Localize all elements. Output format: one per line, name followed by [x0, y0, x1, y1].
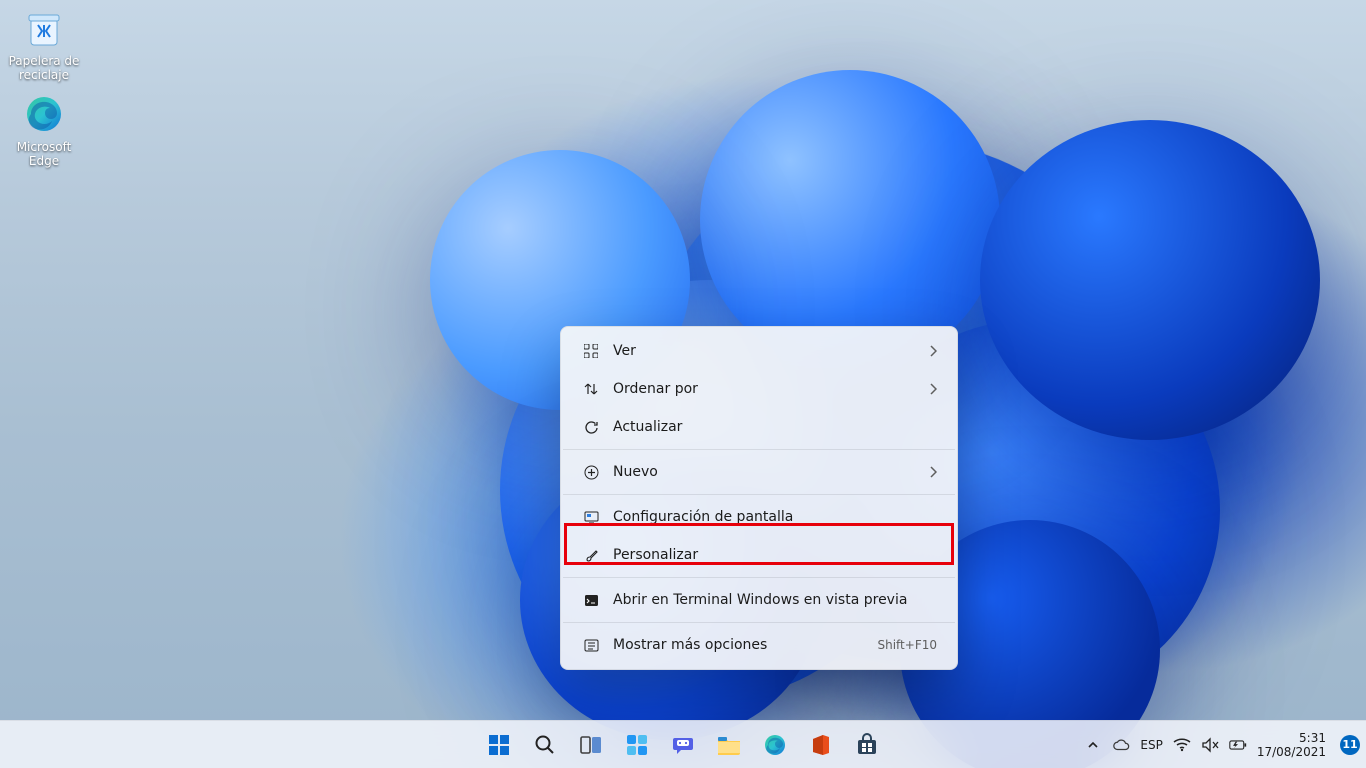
menu-item-personalize[interactable]: Personalizar — [567, 537, 951, 573]
wallpaper-shape — [700, 70, 1000, 370]
battery-icon[interactable] — [1229, 736, 1247, 754]
chevron-right-icon — [929, 383, 937, 395]
clock-time: 5:31 — [1257, 731, 1326, 745]
menu-item-sort-by[interactable]: Ordenar por — [567, 371, 951, 407]
menu-item-new[interactable]: Nuevo — [567, 454, 951, 490]
menu-separator — [563, 577, 955, 578]
menu-item-show-more-options[interactable]: Mostrar más opciones Shift+F10 — [567, 627, 951, 663]
menu-item-label: Abrir en Terminal Windows en vista previ… — [613, 592, 907, 608]
volume-muted-icon[interactable] — [1201, 736, 1219, 754]
refresh-icon — [583, 419, 599, 435]
desktop-icon-edge[interactable]: MicrosoftEdge — [6, 92, 82, 168]
menu-item-label: Nuevo — [613, 464, 658, 480]
taskbar: ESP 5:31 17/08/2021 11 — [0, 720, 1366, 768]
more-options-icon — [583, 637, 599, 653]
wallpaper-shape — [980, 120, 1320, 440]
menu-item-view[interactable]: Ver — [567, 333, 951, 369]
taskbar-system-tray: ESP 5:31 17/08/2021 11 — [1084, 731, 1360, 759]
clock-date: 17/08/2021 — [1257, 745, 1326, 759]
widgets-button[interactable] — [617, 725, 657, 765]
onedrive-icon[interactable] — [1112, 736, 1130, 754]
display-icon — [583, 509, 599, 525]
terminal-icon — [583, 592, 599, 608]
desktop-icon-recycle-bin[interactable]: Papelera dereciclaje — [6, 6, 82, 82]
edge-icon — [22, 92, 66, 136]
menu-separator — [563, 449, 955, 450]
chat-button[interactable] — [663, 725, 703, 765]
menu-item-shortcut: Shift+F10 — [877, 638, 937, 652]
menu-item-label: Ver — [613, 343, 636, 359]
file-explorer-button[interactable] — [709, 725, 749, 765]
menu-item-label: Mostrar más opciones — [613, 637, 767, 653]
chevron-right-icon — [929, 466, 937, 478]
plus-circle-icon — [583, 464, 599, 480]
recycle-bin-icon — [22, 6, 66, 50]
task-view-button[interactable] — [571, 725, 611, 765]
notifications-badge[interactable]: 11 — [1340, 735, 1360, 755]
menu-item-label: Configuración de pantalla — [613, 509, 793, 525]
edge-button[interactable] — [755, 725, 795, 765]
brush-icon — [583, 547, 599, 563]
menu-item-display-settings[interactable]: Configuración de pantalla — [567, 499, 951, 535]
taskbar-center — [479, 725, 887, 765]
menu-item-label: Actualizar — [613, 419, 682, 435]
search-button[interactable] — [525, 725, 565, 765]
desktop-context-menu: Ver Ordenar por Actualizar Nuevo — [560, 326, 958, 670]
desktop-icon-label: MicrosoftEdge — [6, 140, 82, 168]
sort-icon — [583, 381, 599, 397]
microsoft-store-button[interactable] — [847, 725, 887, 765]
chevron-right-icon — [929, 345, 937, 357]
menu-item-label: Ordenar por — [613, 381, 698, 397]
menu-item-open-terminal[interactable]: Abrir en Terminal Windows en vista previ… — [567, 582, 951, 618]
clock[interactable]: 5:31 17/08/2021 — [1257, 731, 1330, 759]
menu-item-refresh[interactable]: Actualizar — [567, 409, 951, 445]
menu-item-label: Personalizar — [613, 547, 698, 563]
language-indicator[interactable]: ESP — [1140, 738, 1162, 752]
menu-separator — [563, 622, 955, 623]
office-button[interactable] — [801, 725, 841, 765]
wifi-icon[interactable] — [1173, 736, 1191, 754]
desktop[interactable]: Papelera dereciclaje MicrosoftEdge Ver — [0, 0, 1366, 768]
desktop-icon-label: Papelera dereciclaje — [6, 54, 82, 82]
grid-icon — [583, 343, 599, 359]
tray-overflow-button[interactable] — [1084, 736, 1102, 754]
start-button[interactable] — [479, 725, 519, 765]
menu-separator — [563, 494, 955, 495]
